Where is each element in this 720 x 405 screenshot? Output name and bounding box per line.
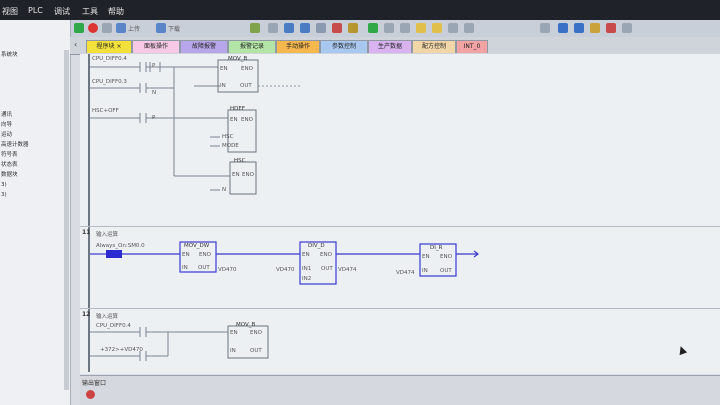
pin-eno: ENO bbox=[241, 117, 253, 123]
contact-label[interactable]: HSC+OFF bbox=[92, 108, 119, 114]
compare-label[interactable]: +372>+VD470 bbox=[100, 347, 143, 353]
pin-in: IN bbox=[182, 265, 188, 271]
pin-in: IN bbox=[220, 83, 226, 89]
edge-label: N bbox=[152, 90, 157, 96]
pin-en: EN bbox=[422, 254, 430, 260]
network-separator bbox=[80, 226, 720, 227]
box-title[interactable]: HDEF bbox=[230, 106, 245, 112]
operand-label[interactable]: VD470 bbox=[276, 267, 295, 273]
edge-label: P bbox=[152, 63, 156, 69]
box-title[interactable]: HSC bbox=[234, 158, 245, 164]
pin-out: OUT bbox=[321, 266, 333, 272]
contact-label[interactable]: Always_On:SM0.0 bbox=[96, 243, 145, 249]
error-icon bbox=[86, 390, 95, 399]
pin-en: EN bbox=[230, 117, 238, 123]
pin-en: EN bbox=[220, 66, 228, 72]
pin-in: IN bbox=[422, 268, 428, 274]
pin-out: OUT bbox=[198, 265, 210, 271]
pin-en: EN bbox=[182, 252, 190, 258]
plc-editor-window: 视图 PLC 调试 工具 帮助 上传 下载 系统块 通讯 向导 运动 高速计数器… bbox=[0, 0, 720, 405]
network-comment[interactable]: 输入运算 bbox=[96, 312, 118, 320]
pin-n: N bbox=[222, 187, 227, 193]
box-title[interactable]: MOV_B bbox=[236, 322, 255, 328]
pin-in2: IN2 bbox=[302, 276, 312, 282]
pin-out: OUT bbox=[250, 348, 262, 354]
box-title[interactable]: MOV_DW bbox=[184, 243, 209, 249]
pin-eno: ENO bbox=[440, 254, 452, 260]
contact-label[interactable]: CPU_DIFF0.4 bbox=[96, 323, 131, 329]
box-title[interactable]: DIV_D bbox=[308, 243, 325, 249]
pin-eno: ENO bbox=[320, 252, 332, 258]
pin-eno: ENO bbox=[242, 172, 254, 178]
output-window[interactable] bbox=[80, 375, 720, 405]
pin-out: OUT bbox=[440, 268, 452, 274]
pin-eno: ENO bbox=[199, 252, 211, 258]
network-number[interactable]: 11 bbox=[82, 229, 90, 236]
edge-label: P bbox=[152, 115, 156, 121]
contact-label[interactable]: CPU_DIFF0.4 bbox=[92, 56, 127, 62]
operand-label[interactable]: VD474 bbox=[396, 270, 415, 276]
box-title[interactable]: DI_R bbox=[430, 245, 442, 251]
pin-hsc: HSC bbox=[222, 134, 234, 140]
output-window-title[interactable]: 输出窗口 bbox=[82, 378, 106, 387]
pin-en: EN bbox=[230, 330, 238, 336]
pin-en: EN bbox=[232, 172, 240, 178]
pin-mode: MODE bbox=[222, 143, 239, 149]
operand-label[interactable]: VD474 bbox=[338, 267, 357, 273]
pin-in1: IN1 bbox=[302, 266, 312, 272]
contact-label[interactable]: CPU_DIFF0.3 bbox=[92, 79, 127, 85]
pin-eno: ENO bbox=[241, 66, 253, 72]
pin-eno: ENO bbox=[250, 330, 262, 336]
network-separator bbox=[80, 308, 720, 309]
box-title[interactable]: MOV_B bbox=[228, 56, 247, 62]
network-comment[interactable]: 输入运算 bbox=[96, 230, 118, 238]
pin-in: IN bbox=[230, 348, 236, 354]
network-number[interactable]: 12 bbox=[82, 311, 90, 318]
energized-contact[interactable] bbox=[106, 250, 122, 258]
operand-label[interactable]: VD470 bbox=[218, 267, 237, 273]
pin-en: EN bbox=[302, 252, 310, 258]
pin-out: OUT bbox=[240, 83, 252, 89]
